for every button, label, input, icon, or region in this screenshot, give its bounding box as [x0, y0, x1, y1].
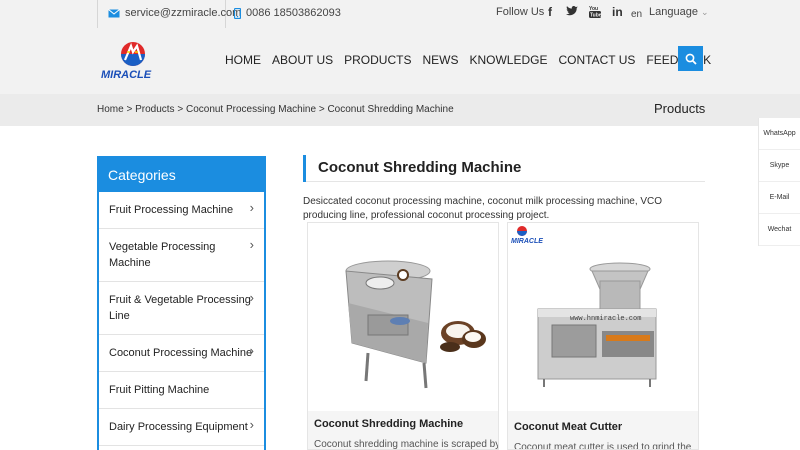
sidebar-item-coconut-processing[interactable]: Coconut Processing Machine ›: [99, 335, 264, 372]
divider: [97, 0, 98, 28]
product-card-coconut-meat-cutter[interactable]: MIRACLE www.hnmiracle.com Coconut Meat C…: [507, 222, 699, 450]
header: MIRACLE HOME ABOUT US PRODUCTS NEWS KNOW…: [0, 28, 800, 94]
whatsapp-button[interactable]: WhatsApp: [759, 118, 800, 150]
skype-button[interactable]: Skype: [759, 150, 800, 182]
search-icon: [685, 53, 697, 65]
wechat-button[interactable]: Wechat: [759, 214, 800, 246]
phone-text: 0086 18503862093: [246, 7, 341, 19]
chevron-right-icon: ›: [249, 343, 254, 358]
language-label: Language: [649, 6, 698, 18]
sidebar-item-label: Coconut Processing Machine: [109, 347, 253, 359]
svg-text:MIRACLE: MIRACLE: [101, 69, 152, 81]
nav-products[interactable]: PRODUCTS: [344, 53, 411, 67]
categories-heading: Categories: [99, 158, 264, 192]
chevron-right-icon: ›: [249, 200, 254, 215]
top-bar: service@zzmiracle.com 0086 18503862093 F…: [0, 0, 800, 28]
chevron-right-icon: ›: [249, 290, 254, 305]
sidebar-item-dairy-processing[interactable]: Dairy Processing Equipment ›: [99, 409, 264, 446]
main-nav: HOME ABOUT US PRODUCTS NEWS KNOWLEDGE CO…: [225, 53, 722, 67]
breadcrumb-home[interactable]: Home: [97, 104, 124, 115]
twitter-icon[interactable]: [566, 5, 578, 19]
watermark-text: www.hnmiracle.com: [570, 315, 641, 323]
product-image-coconut-meat-cutter: MIRACLE www.hnmiracle.com: [508, 223, 698, 411]
email-text: service@zzmiracle.com: [125, 7, 242, 19]
sidebar-item-label: Fruit Processing Machine: [109, 204, 234, 216]
email-link[interactable]: service@zzmiracle.com: [108, 7, 241, 19]
facebook-icon[interactable]: f: [548, 5, 552, 19]
sidebar-item-label: Dairy Processing Equipment: [109, 421, 248, 433]
title-accent-mark: [303, 155, 306, 182]
section-title: Products: [654, 101, 706, 116]
mail-icon: [108, 8, 120, 17]
main-title-bar: Coconut Shredding Machine: [303, 155, 705, 182]
page-title: Coconut Shredding Machine: [318, 159, 522, 176]
phone-icon: [234, 7, 241, 19]
lang-code[interactable]: en: [631, 9, 642, 20]
sidebar-item-fruit-vegetable-line[interactable]: Fruit & Vegetable Processing Line ›: [99, 282, 264, 335]
watermark-badge: MIRACLE: [511, 238, 543, 245]
floating-contact-bar: WhatsApp Skype E-Mail Wechat: [758, 118, 800, 246]
nav-about-us[interactable]: ABOUT US: [272, 53, 333, 67]
product-caption: Coconut Meat Cutter Coconut meat cutter …: [508, 411, 698, 450]
nav-contact-us[interactable]: CONTACT US: [558, 53, 635, 67]
chevron-right-icon: ›: [249, 237, 254, 252]
product-description: Coconut shredding machine is scraped by: [314, 439, 499, 450]
nav-home[interactable]: HOME: [225, 53, 261, 67]
linkedin-icon[interactable]: in: [612, 5, 623, 19]
sidebar-item-fruit-pitting[interactable]: Fruit Pitting Machine: [99, 372, 264, 409]
breadcrumb-separator: >: [126, 104, 133, 115]
sidebar-item-fruit-processing[interactable]: Fruit Processing Machine ›: [99, 192, 264, 229]
search-button[interactable]: [678, 46, 703, 71]
follow-label: Follow Us: [496, 6, 545, 18]
sidebar-item-label: Vegetable Processing Machine: [109, 241, 216, 269]
breadcrumb-current[interactable]: Coconut Shredding Machine: [327, 104, 453, 115]
breadcrumb: Home > Products > Coconut Processing Mac…: [97, 104, 454, 115]
sidebar-item-label: Fruit & Vegetable Processing Line: [109, 294, 251, 322]
breadcrumb-separator: >: [177, 104, 184, 115]
categories-sidebar: Categories Fruit Processing Machine › Ve…: [97, 156, 266, 450]
email-button[interactable]: E-Mail: [759, 182, 800, 214]
intro-text: Desiccated coconut processing machine, c…: [303, 196, 663, 221]
product-card-coconut-shredding[interactable]: Coconut Shredding Machine Coconut shredd…: [307, 222, 499, 450]
chevron-right-icon: ›: [249, 417, 254, 432]
phone-link[interactable]: 0086 18503862093: [234, 7, 341, 19]
product-description: Coconut meat cutter is used to grind the: [514, 442, 692, 450]
miracle-logo[interactable]: MIRACLE: [100, 40, 166, 82]
product-title[interactable]: Coconut Shredding Machine: [314, 418, 492, 430]
svg-text:Tube: Tube: [590, 13, 601, 19]
breadcrumb-products[interactable]: Products: [135, 104, 174, 115]
language-dropdown[interactable]: Language ⌄: [649, 6, 709, 18]
nav-knowledge[interactable]: KNOWLEDGE: [469, 53, 547, 67]
chevron-down-icon: ⌄: [700, 7, 709, 17]
youtube-icon[interactable]: You Tube: [589, 5, 602, 21]
breadcrumb-bar: Home > Products > Coconut Processing Mac…: [0, 94, 800, 126]
product-caption: Coconut Shredding Machine Coconut shredd…: [308, 411, 499, 450]
nav-news[interactable]: NEWS: [422, 53, 458, 67]
sidebar-item-vegetable-processing[interactable]: Vegetable Processing Machine ›: [99, 229, 264, 282]
product-title[interactable]: Coconut Meat Cutter: [514, 421, 692, 433]
sidebar-item-label: Fruit Pitting Machine: [109, 384, 210, 396]
product-image-coconut-shredding: [308, 223, 498, 411]
breadcrumb-coconut-processing[interactable]: Coconut Processing Machine: [186, 104, 316, 115]
breadcrumb-separator: >: [318, 104, 325, 115]
